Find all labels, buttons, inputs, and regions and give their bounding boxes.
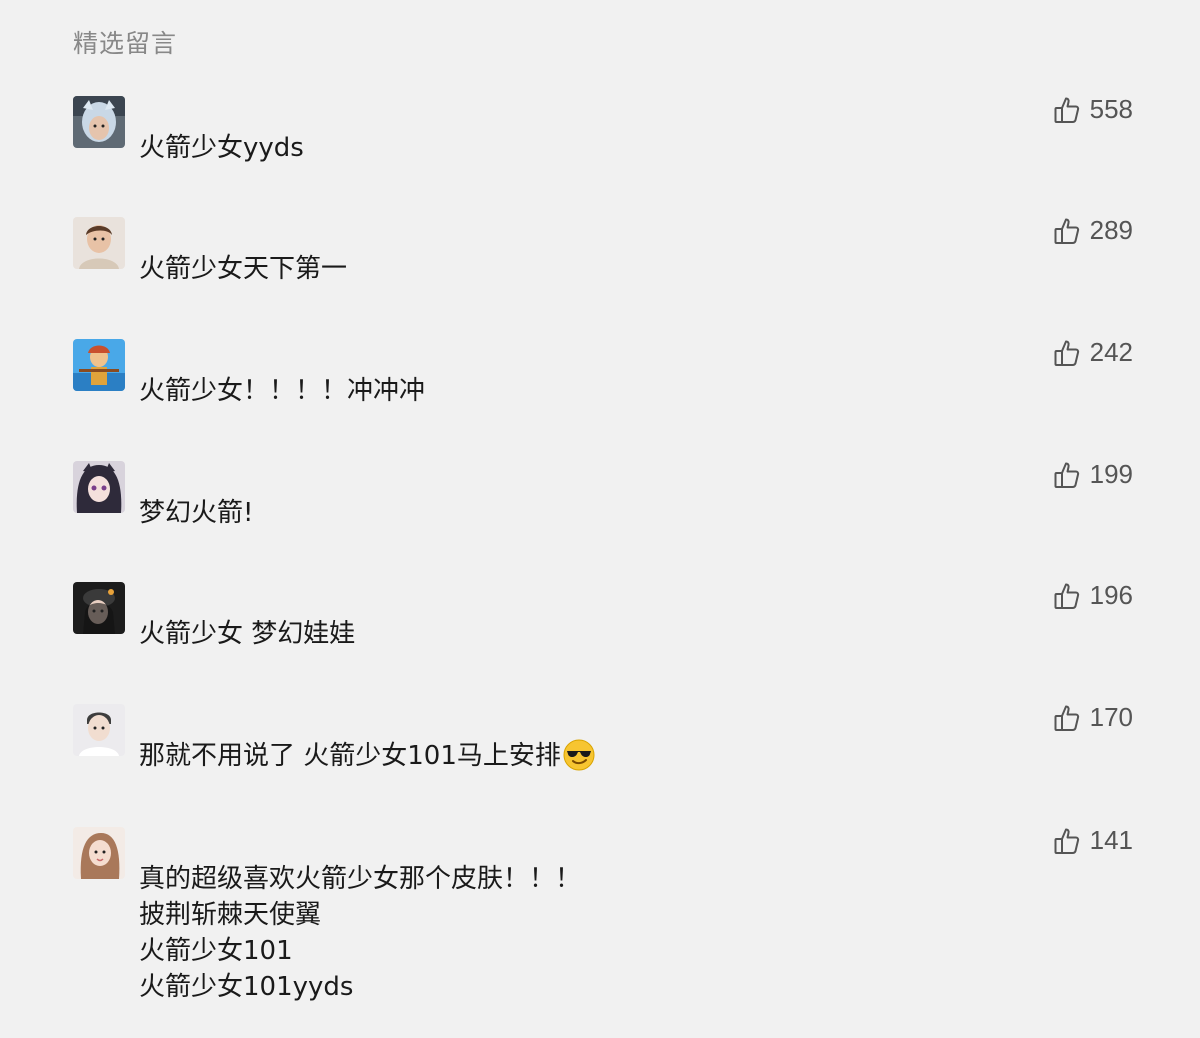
like-button[interactable]: 170 xyxy=(1054,702,1133,733)
like-count: 289 xyxy=(1089,215,1133,245)
like-button[interactable]: 141 xyxy=(1054,825,1133,856)
user-avatar[interactable] xyxy=(73,217,125,269)
user-avatar[interactable] xyxy=(73,339,125,391)
like-count: 141 xyxy=(1089,825,1133,855)
like-button[interactable]: 196 xyxy=(1054,580,1133,611)
like-button[interactable]: 558 xyxy=(1054,94,1133,125)
like-count: 558 xyxy=(1089,94,1133,124)
like-count: 199 xyxy=(1089,459,1133,489)
comment-text: 真的超级喜欢火箭少女那个皮肤！！！ 披荆斩棘天使翼 火箭少女101 火箭少女10… xyxy=(139,864,582,1002)
user-avatar[interactable] xyxy=(73,582,125,634)
thumbs-up-icon xyxy=(1054,339,1080,367)
sunglasses-emoji-icon xyxy=(563,739,595,771)
like-count: 170 xyxy=(1089,702,1133,732)
user-avatar[interactable] xyxy=(73,827,125,879)
comment-text: 火箭少女 梦幻娃娃 xyxy=(139,619,356,649)
user-avatar[interactable] xyxy=(73,704,125,756)
thumbs-up-icon xyxy=(1054,582,1080,610)
user-avatar[interactable] xyxy=(73,461,125,513)
comment-text: 梦幻火箭! xyxy=(139,498,254,528)
thumbs-up-icon xyxy=(1054,827,1080,855)
like-count: 242 xyxy=(1089,337,1133,367)
user-avatar[interactable] xyxy=(73,96,125,148)
comment-text: 火箭少女yyds xyxy=(139,133,304,163)
like-count: 196 xyxy=(1089,580,1133,610)
comment-text: 火箭少女天下第一 xyxy=(139,254,348,284)
thumbs-up-icon xyxy=(1054,96,1080,124)
comment-text-content: 那就不用说了 火箭少女101马上安排 xyxy=(139,741,561,771)
thumbs-up-icon xyxy=(1054,704,1080,732)
comment-text: 那就不用说了 火箭少女101马上安排 xyxy=(139,738,1039,774)
comment-text: 火箭少女！！！！冲冲冲 xyxy=(139,376,426,406)
like-button[interactable]: 199 xyxy=(1054,459,1133,490)
thumbs-up-icon xyxy=(1054,217,1080,245)
section-title: 精选留言 xyxy=(73,29,178,58)
like-button[interactable]: 242 xyxy=(1054,337,1133,368)
like-button[interactable]: 289 xyxy=(1054,215,1133,246)
thumbs-up-icon xyxy=(1054,461,1080,489)
